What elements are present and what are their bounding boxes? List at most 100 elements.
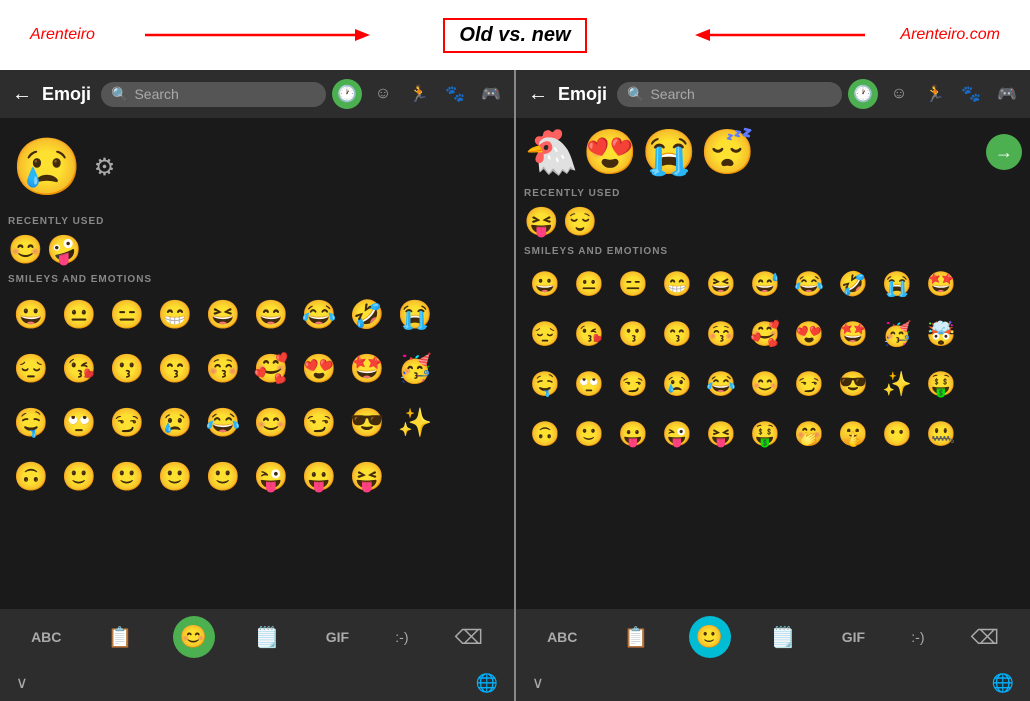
list-item[interactable]: 🤤 — [524, 363, 566, 405]
new-sticker-button[interactable]: 🗒️ — [765, 621, 802, 654]
list-item[interactable]: 😝 — [700, 413, 742, 455]
list-item[interactable]: 🙃 — [524, 413, 566, 455]
old-emoticon-button[interactable]: :-) — [389, 625, 414, 649]
old-clock-icon[interactable]: 🕐 — [332, 79, 362, 109]
list-item[interactable]: 🙄 — [56, 399, 102, 445]
old-emoji-button[interactable]: 😊 — [173, 616, 215, 658]
list-item[interactable]: 🙂 — [200, 453, 246, 499]
list-item[interactable]: 😏 — [296, 399, 342, 445]
old-controller-icon[interactable]: 🎮 — [476, 79, 506, 109]
new-abc-button[interactable]: ABC — [541, 625, 583, 649]
new-backspace-button[interactable]: ⌫ — [965, 621, 1005, 654]
new-emoji-button[interactable]: 🙂 — [689, 616, 731, 658]
list-item[interactable]: 🙂 — [568, 413, 610, 455]
list-item[interactable]: 😗 — [612, 313, 654, 355]
list-item[interactable]: 😐 — [568, 263, 610, 305]
list-item[interactable]: 😔 — [524, 313, 566, 355]
old-backspace-button[interactable]: ⌫ — [449, 621, 489, 654]
list-item[interactable]: 🤐 — [920, 413, 962, 455]
new-gif-button[interactable]: GIF — [836, 625, 871, 649]
new-person-icon[interactable]: 🏃 — [920, 79, 950, 109]
list-item[interactable]: ✨ — [392, 399, 438, 445]
list-item[interactable]: 😎 — [832, 363, 874, 405]
old-globe-icon[interactable]: 🌐 — [476, 673, 498, 694]
old-gif-button[interactable]: GIF — [320, 625, 355, 649]
list-item[interactable]: 😚 — [200, 345, 246, 391]
list-item[interactable]: 😢 — [656, 363, 698, 405]
new-emoticon-button[interactable]: :-) — [905, 625, 930, 649]
list-item[interactable]: 😘 — [56, 345, 102, 391]
old-chevron-down[interactable]: ∨ — [16, 673, 28, 693]
list-item[interactable]: 🤩 — [832, 313, 874, 355]
list-item[interactable]: 😭 — [876, 263, 918, 305]
list-item[interactable]: 🙂 — [152, 453, 198, 499]
old-sticker-button[interactable]: 🗒️ — [249, 621, 286, 654]
list-item[interactable]: 😢 — [152, 399, 198, 445]
list-item[interactable]: 😝 — [524, 205, 559, 238]
list-item[interactable]: 🤫 — [832, 413, 874, 455]
list-item[interactable]: 🥳 — [876, 313, 918, 355]
list-item[interactable]: 🤑 — [744, 413, 786, 455]
list-item[interactable]: 😆 — [700, 263, 742, 305]
list-item[interactable]: 🥰 — [744, 313, 786, 355]
list-item[interactable]: 😑 — [104, 291, 150, 337]
list-item[interactable]: 🙃 — [8, 453, 54, 499]
list-item[interactable]: 😘 — [568, 313, 610, 355]
list-item[interactable]: 😔 — [8, 345, 54, 391]
list-item[interactable]: 🤑 — [920, 363, 962, 405]
old-paw-icon[interactable]: 🐾 — [440, 79, 470, 109]
list-item[interactable]: 😊 — [744, 363, 786, 405]
list-item[interactable]: 😐 — [56, 291, 102, 337]
list-item[interactable]: 😁 — [656, 263, 698, 305]
list-item[interactable]: 😏 — [612, 363, 654, 405]
list-item[interactable]: 😀 — [8, 291, 54, 337]
list-item[interactable]: 😜 — [656, 413, 698, 455]
list-item[interactable]: 😂 — [200, 399, 246, 445]
list-item[interactable]: 😏 — [104, 399, 150, 445]
new-back-button[interactable]: ← — [524, 79, 552, 110]
old-search-bar[interactable]: 🔍 Search — [101, 82, 326, 107]
list-item[interactable]: 🙂 — [104, 453, 150, 499]
old-back-button[interactable]: ← — [8, 79, 36, 110]
list-item[interactable]: 😝 — [344, 453, 390, 499]
new-clock-icon[interactable]: 🕐 — [848, 79, 878, 109]
list-item[interactable]: 😂 — [788, 263, 830, 305]
list-item[interactable]: 😍 — [583, 126, 638, 178]
old-settings-icon[interactable]: ⚙ — [94, 153, 116, 182]
list-item[interactable]: 😙 — [656, 313, 698, 355]
list-item[interactable]: 😶 — [876, 413, 918, 455]
list-item[interactable]: 😊 — [248, 399, 294, 445]
old-face-icon[interactable]: ☺ — [368, 79, 398, 109]
new-search-bar[interactable]: 🔍 Search — [617, 82, 842, 107]
list-item[interactable]: 🤯 — [920, 313, 962, 355]
list-item[interactable]: 😗 — [104, 345, 150, 391]
list-item[interactable]: 😁 — [152, 291, 198, 337]
list-item[interactable]: 😏 — [788, 363, 830, 405]
list-item[interactable]: 😭 — [642, 126, 697, 178]
new-controller-icon[interactable]: 🎮 — [992, 79, 1022, 109]
list-item[interactable]: 😜 — [248, 453, 294, 499]
list-item[interactable]: 🥳 — [392, 345, 438, 391]
list-item[interactable]: 🙄 — [568, 363, 610, 405]
new-next-button[interactable]: → — [986, 134, 1022, 170]
new-globe-icon[interactable]: 🌐 — [992, 673, 1014, 694]
list-item[interactable]: 😍 — [296, 345, 342, 391]
list-item[interactable]: 😎 — [344, 399, 390, 445]
list-item[interactable]: 😂 — [700, 363, 742, 405]
list-item[interactable]: 😭 — [392, 291, 438, 337]
list-item[interactable]: 🤤 — [8, 399, 54, 445]
list-item[interactable]: 😑 — [612, 263, 654, 305]
list-item[interactable]: 😴 — [700, 126, 755, 178]
new-face-icon[interactable]: ☺ — [884, 79, 914, 109]
new-chevron-down[interactable]: ∨ — [532, 673, 544, 693]
list-item[interactable]: 🤪 — [47, 233, 82, 266]
new-clipboard-button[interactable]: 📋 — [618, 621, 655, 654]
list-item[interactable]: 😛 — [612, 413, 654, 455]
list-item[interactable]: 😛 — [296, 453, 342, 499]
list-item[interactable]: ✨ — [876, 363, 918, 405]
list-item[interactable]: 😄 — [248, 291, 294, 337]
new-paw-icon[interactable]: 🐾 — [956, 79, 986, 109]
list-item[interactable]: 😚 — [700, 313, 742, 355]
list-item[interactable]: 🤩 — [920, 263, 962, 305]
list-item[interactable]: 😙 — [152, 345, 198, 391]
